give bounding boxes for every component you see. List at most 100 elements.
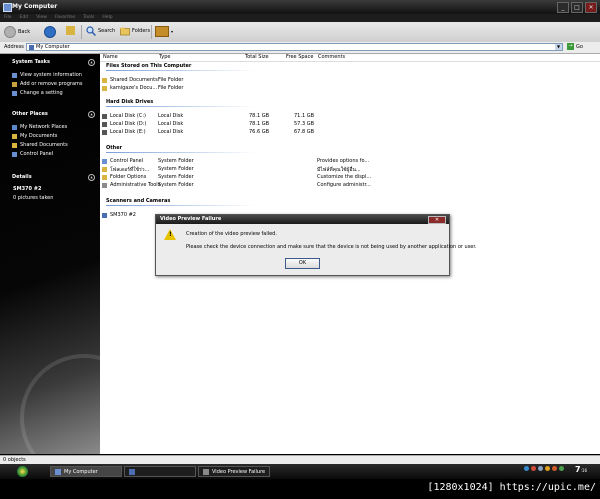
sidebar-item-label: Shared Documents [20, 142, 68, 148]
item-name: Shared Documents [110, 77, 158, 83]
security-tray-icon[interactable] [531, 466, 536, 471]
dialog-message: Creation of the video preview failed. [186, 231, 277, 237]
sidebar-item-label: Control Panel [20, 151, 54, 157]
list-item[interactable]: Local Disk (C:) Local Disk 78.1 GB 71.1 … [100, 113, 600, 120]
chevron-down-icon[interactable]: ▼ [555, 44, 562, 50]
volume-tray-icon[interactable] [538, 466, 543, 471]
list-item[interactable]: Folder Options System Folder Customize t… [100, 174, 600, 181]
address-field[interactable]: My Computer ▼ [26, 43, 563, 51]
menu-help[interactable]: Help [102, 14, 112, 22]
back-button[interactable]: Back [4, 26, 30, 38]
app-tray-icon[interactable] [559, 466, 564, 471]
group-header-files: Files Stored on This Computer [106, 63, 192, 69]
taskbar-item-my-computer[interactable]: My Computer [50, 466, 122, 477]
dialog-titlebar: Video Preview Failure ✕ [156, 215, 449, 224]
column-name[interactable]: Name [103, 54, 118, 60]
collapse-icon[interactable]: ▲ [88, 174, 95, 181]
address-label: Address [4, 44, 24, 50]
menu-file[interactable]: File [4, 14, 12, 22]
task-label: My Computer [64, 468, 98, 475]
folder-options-icon [102, 175, 107, 180]
menu-tools[interactable]: Tools [83, 14, 94, 22]
group-divider [106, 205, 256, 206]
windows-logo-icon [16, 466, 28, 477]
warning-symbol: ! [169, 231, 172, 238]
app-tray-icon[interactable] [545, 466, 550, 471]
item-type: File Folder [158, 77, 184, 83]
folder-icon [12, 142, 17, 148]
search-icon [86, 26, 96, 36]
collapse-icon[interactable]: ▲ [88, 59, 95, 66]
column-total-size[interactable]: Total Size [245, 54, 269, 60]
app-tray-icon[interactable] [552, 466, 557, 471]
folders-icon [120, 27, 130, 36]
folder-icon [12, 133, 17, 139]
item-type: System Folder [158, 182, 194, 188]
clock[interactable]: 7:16 [575, 465, 587, 474]
start-button[interactable] [2, 465, 42, 478]
sidebar-item-change-setting[interactable]: Change a setting [12, 90, 63, 96]
item-comment: มีไฟล์ที่คุณใช้ผู้อื่น... [317, 167, 361, 173]
item-name: SM370 #2 [110, 212, 136, 218]
network-icon [12, 124, 17, 130]
minimize-button[interactable]: _ [557, 2, 569, 13]
toolbar-separator [81, 25, 82, 39]
search-label: Search [98, 28, 116, 34]
go-button[interactable]: → Go [567, 43, 583, 50]
taskbar-item-video-preview-failure[interactable]: Video Preview Failure [198, 466, 270, 477]
forward-button[interactable] [44, 26, 56, 38]
dialog-close-button[interactable]: ✕ [428, 216, 446, 224]
control-panel-icon [12, 90, 17, 96]
screen: My Computer _ □ ✕ File Edit View Favorit… [0, 0, 600, 499]
views-icon [155, 26, 169, 37]
go-arrow-icon: → [567, 43, 574, 50]
folders-button[interactable]: Folders [120, 26, 150, 36]
sidebar-item-network-places[interactable]: My Network Places [12, 124, 67, 130]
list-item[interactable]: Shared Documents File Folder [100, 77, 600, 84]
column-comments[interactable]: Comments [318, 54, 345, 60]
sidebar-item-control-panel[interactable]: Control Panel [12, 151, 53, 157]
control-panel-icon [12, 151, 17, 157]
sidebar-item-label: My Documents [20, 133, 58, 139]
item-name: Folder Options [110, 174, 147, 180]
item-comment: Configure administr... [317, 182, 371, 188]
details-title: Details [12, 174, 32, 180]
close-button[interactable]: ✕ [585, 2, 597, 13]
list-item[interactable]: โฟลเดอร์ที่ใช้ร่ว... System Folder มีไฟล… [100, 166, 600, 173]
ok-button[interactable]: OK [285, 258, 320, 269]
menu-view[interactable]: View [36, 14, 47, 22]
sidebar-item-view-system-info[interactable]: View system information [12, 72, 82, 78]
group-header-drives: Hard Disk Drives [106, 99, 154, 105]
maximize-button[interactable]: □ [571, 2, 583, 13]
go-label: Go [576, 43, 583, 50]
item-name: Control Panel [110, 158, 144, 164]
sidebar-item-my-documents[interactable]: My Documents [12, 133, 57, 139]
list-item[interactable]: Local Disk (E:) Local Disk 76.6 GB 67.8 … [100, 129, 600, 136]
network-tray-icon[interactable] [524, 466, 529, 471]
search-button[interactable]: Search [86, 26, 115, 36]
item-comment: Customize the displ... [317, 174, 372, 180]
menu-edit[interactable]: Edit [20, 14, 29, 22]
item-free-space: 67.8 GB [294, 129, 315, 135]
list-item[interactable]: kamigaze's Docu... File Folder [100, 85, 600, 92]
sidebar-item-shared-documents[interactable]: Shared Documents [12, 142, 68, 148]
list-item[interactable]: Local Disk (D:) Local Disk 78.1 GB 57.3 … [100, 121, 600, 128]
sidebar-item-add-remove-programs[interactable]: Add or remove programs [12, 81, 83, 87]
list-item[interactable]: Administrative Tools System Folder Confi… [100, 182, 600, 189]
column-type[interactable]: Type [159, 54, 170, 60]
up-folder-button[interactable] [66, 26, 75, 35]
taskbar-item-camera[interactable] [124, 466, 196, 477]
item-total-size: 78.1 GB [249, 113, 270, 119]
hard-disk-icon [102, 130, 107, 135]
views-button[interactable]: ▾ [155, 26, 173, 37]
column-free-space[interactable]: Free Space [286, 54, 313, 60]
menu-favorites[interactable]: Favorites [55, 14, 75, 22]
folder-icon [102, 78, 107, 83]
list-item[interactable]: Control Panel System Folder Provides opt… [100, 158, 600, 165]
item-name: Local Disk (E:) [110, 129, 146, 135]
collapse-icon[interactable]: ▲ [88, 111, 95, 118]
my-computer-icon [29, 45, 34, 50]
chevron-down-icon: ▾ [171, 29, 174, 34]
status-text: 0 objects [3, 457, 26, 463]
my-computer-icon [55, 468, 61, 475]
